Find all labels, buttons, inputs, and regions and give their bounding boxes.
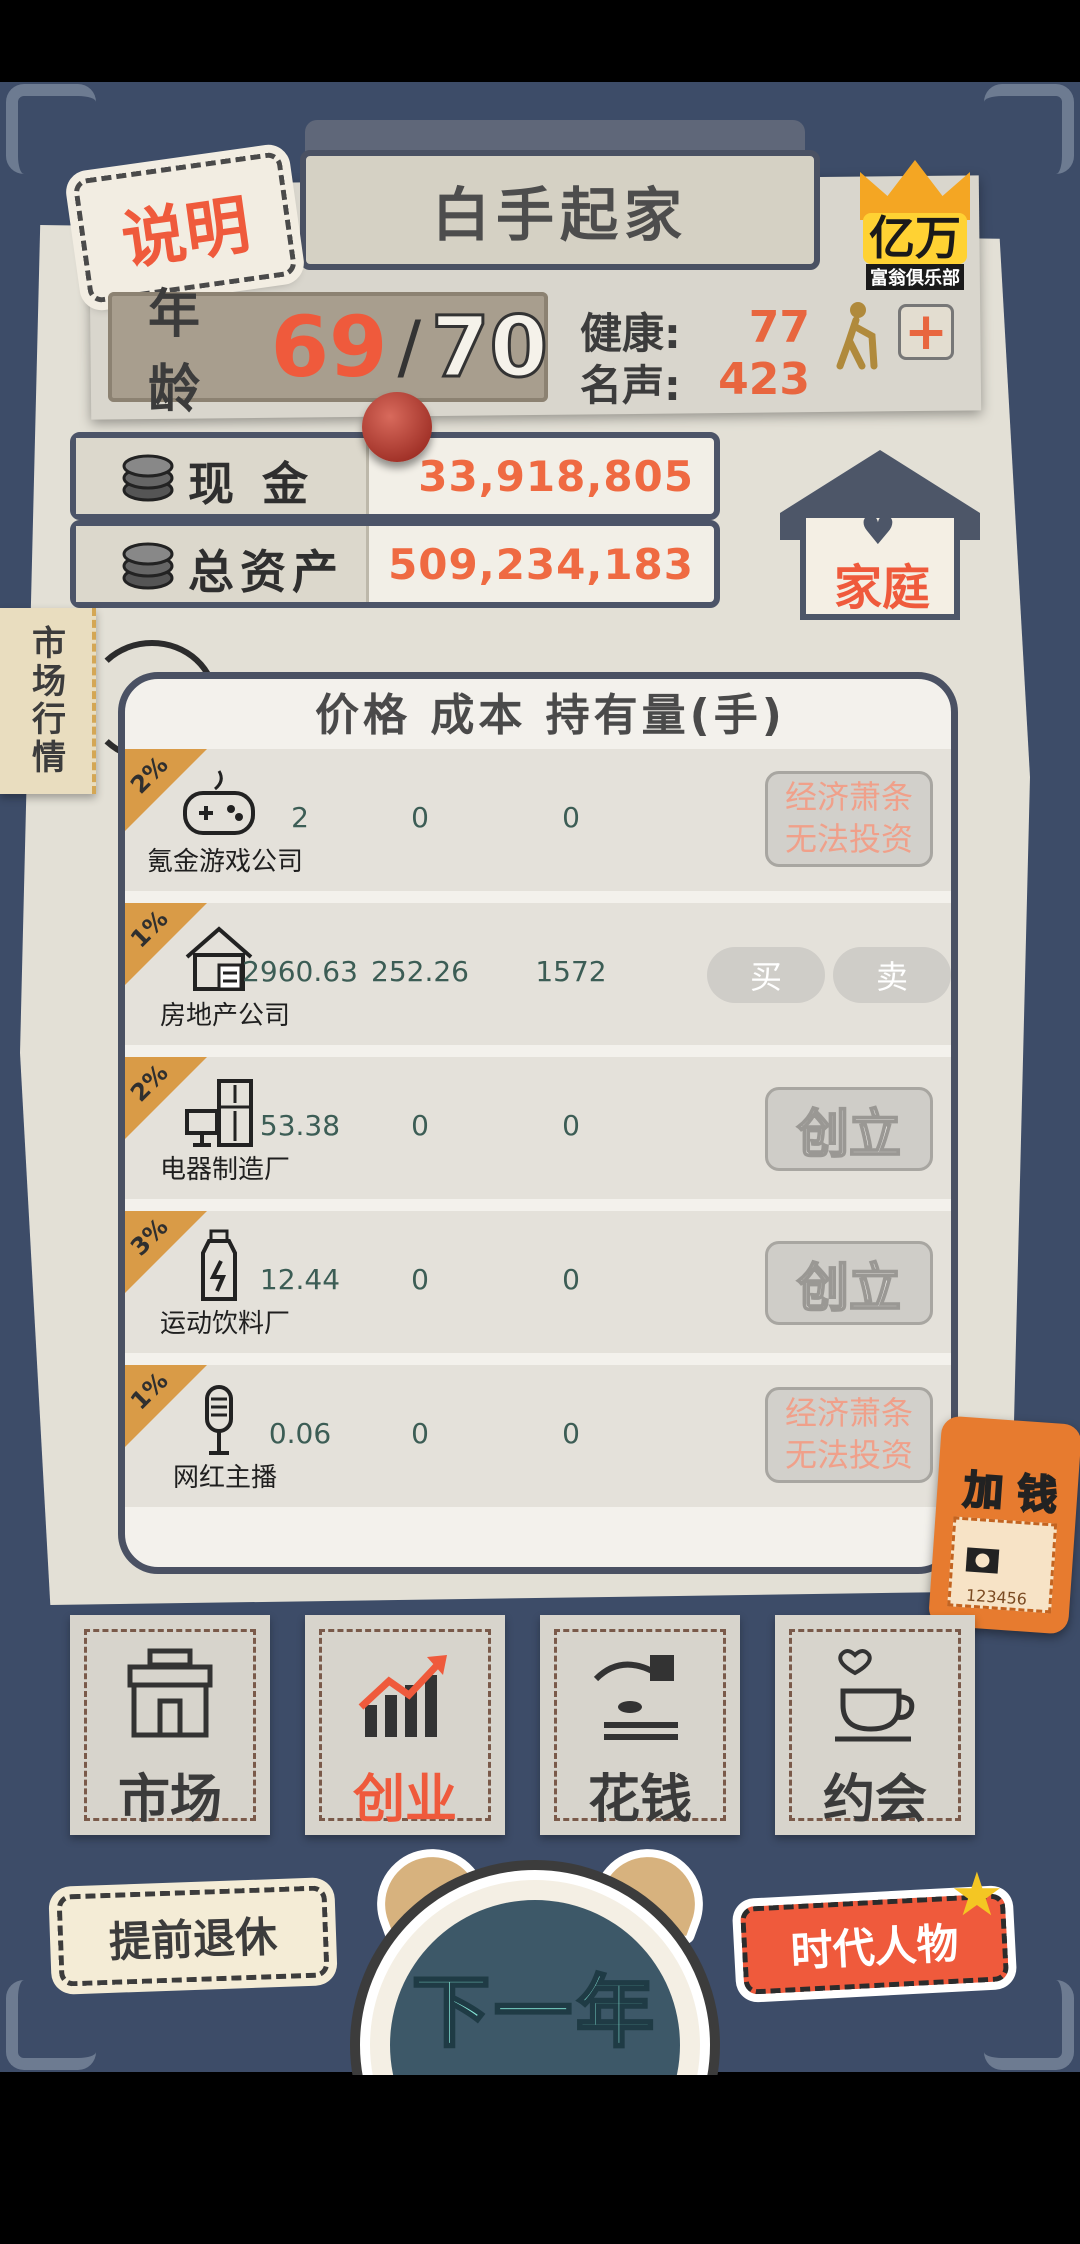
business-row: 2% 电器制造厂 53.38 0 0 创立: [125, 1057, 951, 1199]
holding-cell: 0: [562, 1109, 580, 1142]
business-row: 1% 网红主播 0.06 0 0 经济萧条 无法投资: [125, 1365, 951, 1507]
age-label: 年龄: [148, 285, 201, 420]
market-info-tab[interactable]: 市场行情: [0, 608, 96, 794]
growth-chart-icon: [358, 1655, 447, 1737]
cash-label: 现 金: [188, 457, 315, 511]
tab-label: 花钱: [587, 1770, 692, 1830]
company-name: 氪金游戏公司: [146, 847, 303, 877]
disabled-line2: 无法投资: [784, 820, 913, 858]
cost-cell: 0: [411, 1263, 429, 1296]
price-cell: 2: [291, 801, 309, 834]
disabled-line1: 经济萧条: [784, 1394, 913, 1433]
tab-spend[interactable]: 花钱: [540, 1615, 740, 1835]
price-cell: 12.44: [259, 1263, 341, 1296]
coffee-cup-icon: [835, 1649, 915, 1742]
tab-label: 创业: [352, 1770, 457, 1830]
frame-corner-bottom-left: [6, 1980, 96, 2070]
fame-value: 423: [718, 354, 810, 405]
cost-cell: 0: [411, 801, 429, 834]
frame-corner-top-left: [6, 84, 96, 174]
club-subtitle: 富翁俱乐部: [866, 264, 964, 290]
holding-cell: 0: [562, 801, 580, 834]
store-icon: [127, 1648, 213, 1738]
sell-button[interactable]: 卖: [833, 947, 951, 1003]
cash-value: 33,918,805: [418, 452, 694, 501]
add-money-label: 加 钱: [961, 1466, 1060, 1520]
holding-cell: 1572: [535, 955, 607, 988]
pushpin-icon: [362, 392, 432, 462]
coin-icon: [122, 454, 174, 502]
company-name: 运动饮料厂: [159, 1309, 290, 1339]
company-name: 电器制造厂: [159, 1155, 290, 1185]
tab-market[interactable]: 市场: [70, 1615, 270, 1835]
game-title: 白手起家: [431, 181, 688, 249]
disabled-line1: 经济萧条: [784, 778, 913, 817]
holding-cell: 0: [562, 1417, 580, 1450]
buy-button[interactable]: 买: [707, 947, 825, 1003]
price-cell: 0.06: [268, 1417, 332, 1450]
age-separator: /: [397, 306, 422, 388]
cost-cell: 252.26: [371, 955, 469, 988]
total-assets-panel: 总资产 509,234,183: [70, 520, 720, 608]
next-year-label: 下一年: [410, 1967, 658, 2060]
family-label: 家庭: [833, 560, 930, 616]
elderly-walker-icon: [836, 302, 878, 370]
stars-icon: ★: [950, 1860, 1004, 1930]
age-max: 70: [430, 297, 550, 398]
billionaire-club-button[interactable]: 亿万 富翁俱乐部: [850, 160, 980, 290]
add-money-ticket[interactable]: 加 钱 123456: [927, 1415, 1080, 1635]
frame-corner-bottom-right: [984, 1980, 1074, 2070]
club-title: 亿万: [863, 213, 967, 264]
disabled-line2: 无法投资: [784, 1436, 913, 1474]
business-list-panel: 价格 成本 持有量(手) 2% 氪金游戏公司 2 0 0 经济萧条 无法投资 1…: [118, 672, 958, 1574]
price-cell: 2960.63: [242, 955, 358, 988]
tab-label: 约会: [822, 1770, 927, 1830]
cost-cell: 0: [411, 1109, 429, 1142]
company-name: 房地产公司: [159, 1001, 290, 1031]
business-row: 2% 氪金游戏公司 2 0 0 经济萧条 无法投资: [125, 749, 951, 891]
age-display: 年龄 69 / 70: [108, 285, 550, 420]
found-button[interactable]: 创立: [765, 1087, 933, 1171]
tab-label: 市场: [117, 1770, 222, 1830]
price-cell: 53.38: [259, 1109, 341, 1142]
spend-hand-icon: [593, 1655, 678, 1740]
cost-cell: 0: [411, 1417, 429, 1450]
coin-stack-icon: [122, 542, 174, 590]
family-button[interactable]: ♥ 家庭: [780, 450, 980, 620]
frame-corner-top-right: [984, 84, 1074, 174]
age-current: 69: [270, 298, 388, 396]
holding-cell: 0: [562, 1263, 580, 1296]
health-plus-button[interactable]: +: [898, 304, 954, 360]
tab-date[interactable]: 约会: [775, 1615, 975, 1835]
bottom-bar: [0, 2075, 1080, 2244]
business-row: 1% 房地产公司 2960.63 252.26 1572 买 卖: [125, 903, 951, 1045]
business-row: 3% 运动饮料厂 12.44 0 0 创立: [125, 1211, 951, 1353]
health-value: 77: [748, 302, 810, 353]
recession-disabled-button[interactable]: 经济萧条 无法投资: [765, 1387, 933, 1483]
company-name: 网红主播: [172, 1463, 277, 1493]
tab-startup[interactable]: 创业: [305, 1615, 505, 1835]
found-button[interactable]: 创立: [765, 1241, 933, 1325]
recession-disabled-button[interactable]: 经济萧条 无法投资: [765, 771, 933, 867]
assets-label: 总资产: [188, 545, 344, 599]
camera-icon: [965, 1547, 1000, 1574]
title-bar: 白手起家: [300, 150, 820, 270]
early-retire-button[interactable]: 提前退休: [56, 1885, 330, 1987]
list-header: 价格 成本 持有量(手): [315, 690, 786, 741]
explain-label: 说明: [117, 187, 255, 279]
assets-value: 509,234,183: [388, 540, 694, 589]
